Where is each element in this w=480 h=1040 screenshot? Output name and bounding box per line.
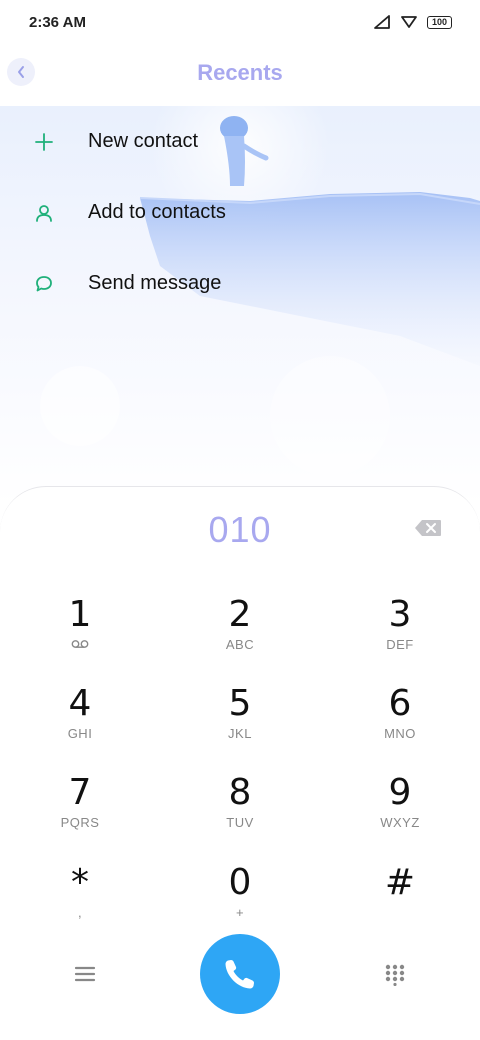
signal-icon <box>374 15 390 29</box>
key-digit: * <box>71 862 89 903</box>
phone-icon <box>225 960 254 989</box>
key-letters: GHI <box>67 726 93 741</box>
key-star[interactable]: * , <box>20 863 140 943</box>
key-4[interactable]: 4 GHI <box>20 684 140 764</box>
voicemail-icon <box>20 637 140 652</box>
key-0[interactable]: 0 + <box>180 863 300 943</box>
header: Recents <box>0 44 480 106</box>
key-letters: WXYZ <box>380 815 420 830</box>
key-letters: , <box>77 905 83 920</box>
key-digit: 7 <box>68 772 92 813</box>
plus-icon <box>33 131 55 153</box>
action-new-contact[interactable]: New contact <box>0 106 480 177</box>
key-letters: PQRS <box>60 815 100 830</box>
action-send-message[interactable]: Send message <box>0 248 480 319</box>
person-icon <box>33 202 55 224</box>
keypad-toggle-button[interactable] <box>385 964 405 987</box>
key-8[interactable]: 8 TUV <box>180 773 300 853</box>
key-2[interactable]: 2 ABC <box>180 595 300 675</box>
key-3[interactable]: 3 DEF <box>340 595 460 675</box>
keypad-icon <box>385 964 405 987</box>
key-letters: ABC <box>225 637 255 652</box>
key-letters: MNO <box>384 726 416 741</box>
page-title: Recents <box>197 60 283 85</box>
key-digit: 5 <box>228 683 252 724</box>
key-6[interactable]: 6 MNO <box>340 684 460 764</box>
backspace-button[interactable] <box>414 518 442 538</box>
key-digit: 8 <box>228 772 252 813</box>
key-digit: 4 <box>68 683 92 724</box>
action-list: New contact Add to contacts Send message <box>0 106 480 319</box>
battery-icon: 100 <box>427 15 452 29</box>
key-digit: 6 <box>388 683 412 724</box>
key-hash[interactable]: # <box>340 863 460 943</box>
key-digit: 0 <box>228 862 252 903</box>
action-add-to-contacts[interactable]: Add to contacts <box>0 177 480 248</box>
action-label: New contact <box>88 130 199 152</box>
key-7[interactable]: 7 PQRS <box>20 773 140 853</box>
dialed-number[interactable]: 010 <box>0 509 480 551</box>
key-letters: + <box>235 905 245 920</box>
key-1[interactable]: 1 <box>20 595 140 675</box>
chat-bubble-icon <box>33 273 55 295</box>
status-icons: 100 <box>373 15 452 29</box>
menu-icon <box>74 966 96 982</box>
bottom-bar <box>0 934 480 1014</box>
key-9[interactable]: 9 WXYZ <box>340 773 460 853</box>
key-digit: 9 <box>388 772 412 813</box>
call-button[interactable] <box>200 934 280 1014</box>
key-letters: TUV <box>226 815 254 830</box>
key-5[interactable]: 5 JKL <box>180 684 300 764</box>
key-letters: DEF <box>386 637 414 652</box>
status-bar: 2:36 AM 100 <box>0 0 480 44</box>
action-label: Send message <box>88 272 222 294</box>
key-digit: # <box>384 862 416 903</box>
menu-button[interactable] <box>74 966 96 982</box>
key-digit: 2 <box>228 594 252 635</box>
wifi-icon <box>401 16 417 28</box>
key-digit: 1 <box>68 594 92 635</box>
status-time: 2:36 AM <box>29 13 86 31</box>
backspace-icon <box>415 520 441 536</box>
key-letters: JKL <box>228 726 252 741</box>
key-digit: 3 <box>388 594 412 635</box>
action-label: Add to contacts <box>88 201 226 223</box>
